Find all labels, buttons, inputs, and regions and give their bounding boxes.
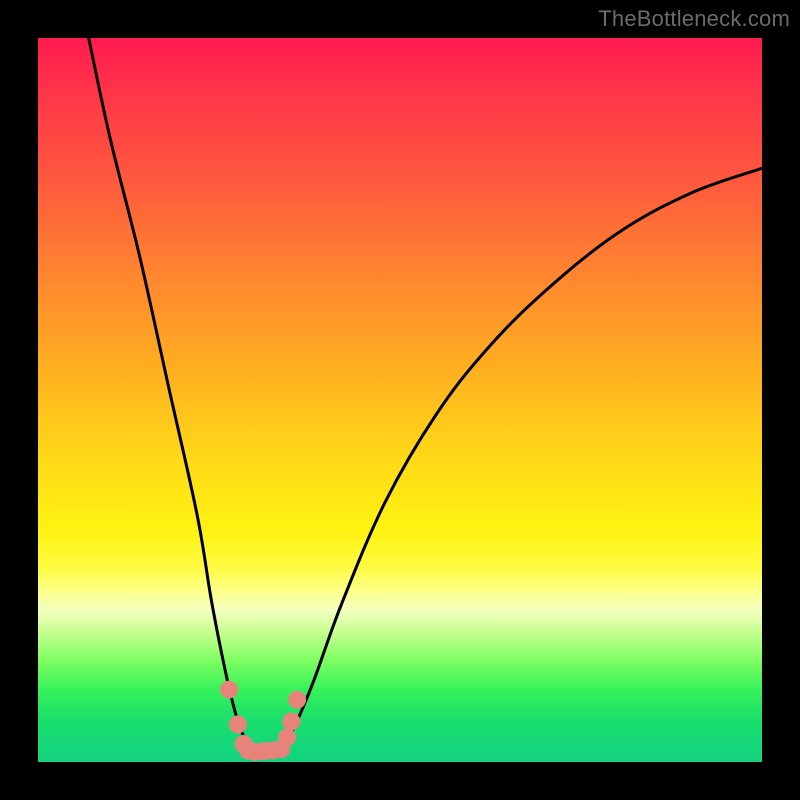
watermark-text: TheBottleneck.com	[598, 6, 790, 32]
bottleneck-curve	[89, 38, 762, 752]
plot-area	[38, 38, 762, 762]
highlight-dot	[288, 691, 306, 709]
highlight-markers	[220, 681, 306, 761]
highlight-dot	[220, 681, 238, 699]
highlight-dot	[278, 728, 296, 746]
curve-svg	[38, 38, 762, 762]
chart-frame: TheBottleneck.com	[0, 0, 800, 800]
highlight-dot	[282, 713, 300, 731]
highlight-dot	[229, 715, 247, 733]
